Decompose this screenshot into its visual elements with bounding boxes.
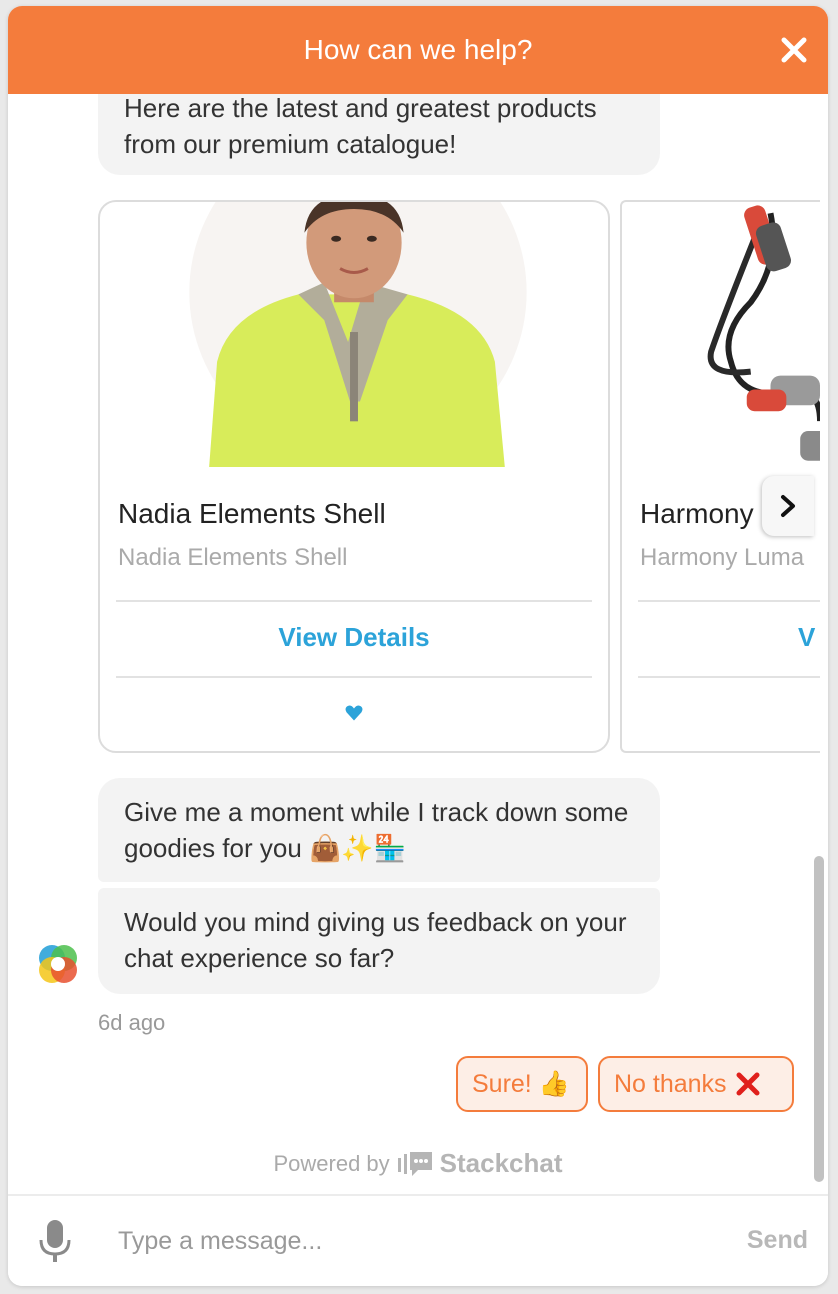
product-subtitle: Nadia Elements Shell xyxy=(118,544,348,571)
quick-reply-label: Sure! 👍 xyxy=(472,1069,570,1098)
bot-avatar-icon xyxy=(39,945,77,983)
message-list[interactable]: Here are the latest and greatest product… xyxy=(8,94,828,1194)
stackchat-logo-icon xyxy=(397,1151,432,1176)
quick-reply-no-thanks[interactable]: No thanks xyxy=(598,1056,794,1112)
view-details-button[interactable]: V xyxy=(798,622,815,653)
microphone-icon[interactable] xyxy=(38,1218,72,1264)
bot-message: Would you mind giving us feedback on you… xyxy=(98,888,660,994)
red-x-icon xyxy=(736,1072,760,1096)
chevron-right-icon xyxy=(781,495,795,517)
quick-reply-sure[interactable]: Sure! 👍 xyxy=(456,1056,588,1112)
view-details-button[interactable]: View Details xyxy=(116,622,592,653)
product-image xyxy=(189,202,527,467)
carousel-next-button[interactable] xyxy=(762,476,814,536)
chat-widget: How can we help? Here are the latest and… xyxy=(8,6,828,1286)
product-card: Nadia Elements Shell Nadia Elements Shel… xyxy=(98,200,610,753)
divider xyxy=(116,676,592,678)
product-image xyxy=(707,205,820,461)
header-title: How can we help? xyxy=(303,34,533,65)
favorite-button[interactable] xyxy=(100,704,608,727)
message-input[interactable] xyxy=(118,1216,718,1266)
divider xyxy=(638,600,820,602)
bot-message: Here are the latest and greatest product… xyxy=(98,94,660,175)
product-title: Harmony xyxy=(640,498,754,529)
powered-by: Powered by Stackchat xyxy=(8,1148,828,1179)
brand-name: Stackchat xyxy=(439,1148,563,1178)
divider xyxy=(116,600,592,602)
product-subtitle: Harmony Luma xyxy=(640,544,805,571)
message-composer: Send xyxy=(8,1194,828,1286)
bot-message: Give me a moment while I track down some… xyxy=(98,778,660,882)
close-icon[interactable] xyxy=(780,36,808,64)
send-button[interactable]: Send xyxy=(747,1226,808,1255)
scrollbar[interactable] xyxy=(814,856,824,1182)
quick-reply-label: No thanks xyxy=(614,1069,727,1098)
stackchat-logo[interactable]: Stackchat xyxy=(397,1148,563,1179)
product-title: Nadia Elements Shell xyxy=(118,498,386,529)
heart-icon xyxy=(345,705,363,721)
powered-by-label: Powered by xyxy=(273,1150,390,1176)
chat-header: How can we help? xyxy=(8,6,828,94)
divider xyxy=(638,676,820,678)
message-timestamp: 6d ago xyxy=(98,1010,166,1035)
